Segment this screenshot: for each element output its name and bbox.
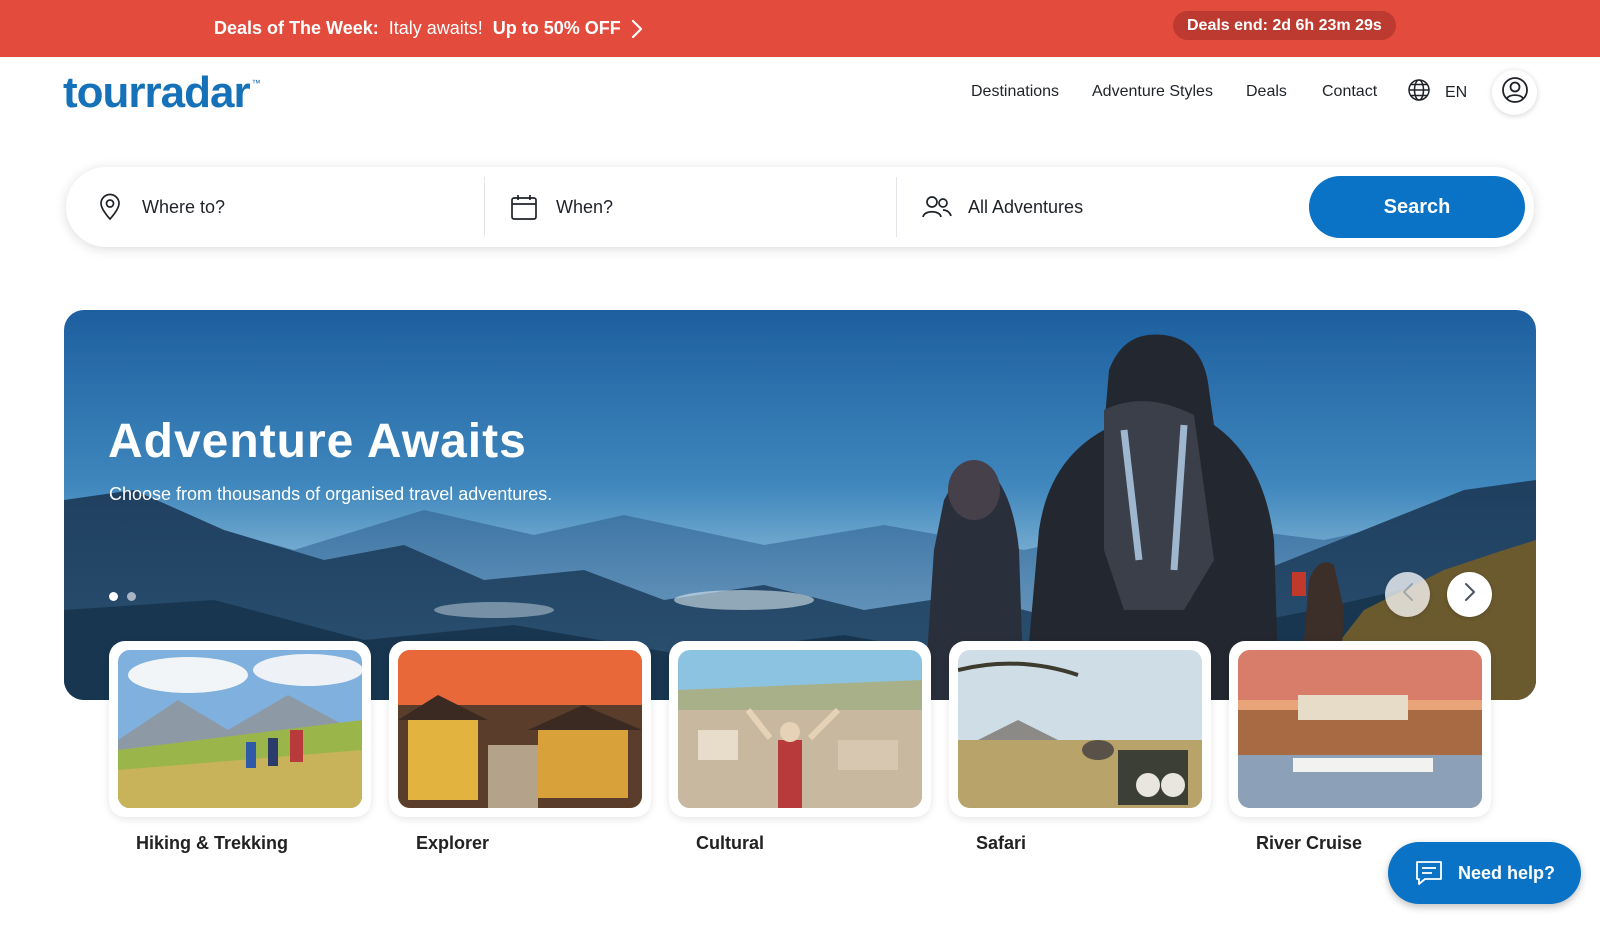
carousel-prev-button[interactable] (1385, 572, 1430, 617)
nav-destinations[interactable]: Destinations (971, 80, 1059, 104)
carousel-dot[interactable] (127, 592, 136, 601)
category-label-safari[interactable]: Safari (976, 833, 1026, 854)
date-field[interactable]: When? (510, 167, 880, 247)
nav-contact[interactable]: Contact (1322, 80, 1377, 104)
user-icon (1501, 76, 1529, 109)
chevron-left-icon (1402, 582, 1414, 607)
account-button[interactable] (1492, 70, 1537, 115)
deals-countdown: Deals end: 2d 6h 23m 29s (1173, 11, 1396, 40)
language-selector[interactable]: EN (1407, 78, 1467, 107)
category-label-cultural[interactable]: Cultural (696, 833, 764, 854)
category-label-river-cruise[interactable]: River Cruise (1256, 833, 1362, 854)
category-label-hiking[interactable]: Hiking & Trekking (136, 833, 288, 854)
deal-message: Italy awaits! (388, 18, 483, 38)
date-placeholder: When? (556, 196, 614, 217)
category-image-cultural (678, 650, 922, 808)
chat-icon (1414, 859, 1444, 887)
calendar-icon (510, 193, 538, 221)
chevron-right-icon (631, 19, 643, 39)
people-icon (922, 194, 952, 220)
category-image-hiking (118, 650, 362, 808)
hero-subtitle: Choose from thousands of organised trave… (109, 484, 553, 504)
search-button[interactable]: Search (1309, 176, 1525, 238)
help-label: Need help? (1457, 862, 1555, 883)
promo-bar: Deals of The Week: Italy awaits! Up to 5… (0, 0, 1600, 57)
category-card-safari[interactable] (949, 641, 1211, 817)
globe-icon (1407, 78, 1431, 107)
category-card-cultural[interactable] (669, 641, 931, 817)
nav-adventure-styles[interactable]: Adventure Styles (1092, 80, 1213, 104)
location-pin-icon (98, 193, 122, 221)
carousel-next-button[interactable] (1447, 572, 1492, 617)
destination-field[interactable]: Where to? (98, 167, 468, 247)
carousel-dots (109, 592, 136, 601)
nav-deals[interactable]: Deals (1246, 80, 1287, 104)
logo[interactable]: tourradar ™ (63, 68, 261, 118)
deal-link[interactable]: Deals of The Week: Italy awaits! Up to 5… (214, 0, 643, 57)
carousel-dot[interactable] (109, 592, 118, 601)
category-image-safari (958, 650, 1202, 808)
help-button[interactable]: Need help? (1388, 842, 1581, 904)
category-label-explorer[interactable]: Explorer (416, 833, 489, 854)
category-card-hiking[interactable] (109, 641, 371, 817)
search-bar: Where to? When? All Adventures Search (66, 167, 1534, 247)
category-card-explorer[interactable] (389, 641, 651, 817)
logo-trademark: ™ (251, 78, 261, 88)
category-image-river-cruise (1238, 650, 1482, 808)
chevron-right-icon (1464, 582, 1476, 607)
category-card-river-cruise[interactable] (1229, 641, 1491, 817)
adventure-type-value: All Adventures (968, 196, 1084, 217)
language-code: EN (1445, 83, 1468, 101)
adventure-type-field[interactable]: All Adventures (922, 167, 1292, 247)
deal-offer: Up to 50% OFF (492, 18, 621, 38)
destination-placeholder: Where to? (142, 196, 226, 217)
hero-title: Adventure Awaits (108, 415, 527, 468)
deals-label: Deals of The Week: (214, 18, 379, 38)
category-image-explorer (398, 650, 642, 808)
logo-text: tourradar (63, 68, 251, 117)
